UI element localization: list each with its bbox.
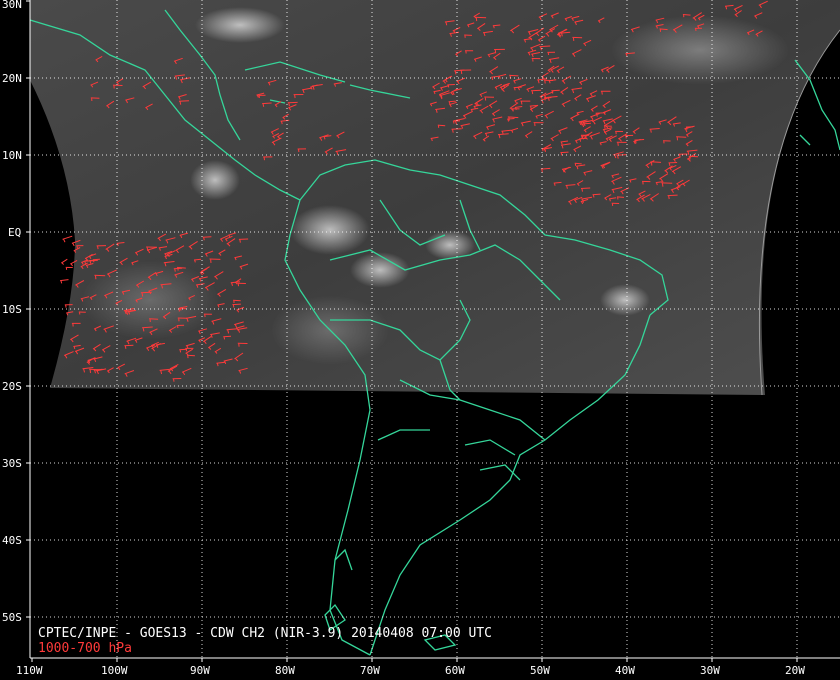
longitude-labels: 110W 100W 90W 80W 70W 60W 50W 40W 30W 20… [16, 664, 805, 677]
lon-label-90w: 90W [190, 664, 210, 677]
lat-label-10n: 10N [2, 149, 22, 162]
lon-label-30w: 30W [700, 664, 720, 677]
lon-label-40w: 40W [615, 664, 635, 677]
lat-label-30n: 30N [2, 0, 22, 11]
lat-label-30s: 30S [2, 457, 22, 470]
lon-label-100w: 100W [101, 664, 128, 677]
wind-barb [62, 235, 73, 243]
satellite-map: 30N 20N 10N EQ 10S 20S 30S 40S 50S 110W … [2, 0, 840, 677]
lat-label-40s: 40S [2, 534, 22, 547]
lon-label-70w: 70W [360, 664, 380, 677]
lon-label-20w: 20W [785, 664, 805, 677]
lon-label-80w: 80W [275, 664, 295, 677]
lon-label-60w: 60W [445, 664, 465, 677]
lat-label-20n: 20N [2, 72, 22, 85]
lat-label-10s: 10S [2, 303, 22, 316]
lat-label-50s: 50S [2, 611, 22, 624]
pressure-level-label: 1000-700 hPa [38, 641, 132, 656]
wind-barb [61, 258, 68, 265]
wind-barb [60, 279, 69, 284]
latitude-labels: 30N 20N 10N EQ 10S 20S 30S 40S 50S [2, 0, 22, 624]
lat-label-20s: 20S [2, 380, 22, 393]
lon-label-110w: 110W [16, 664, 43, 677]
product-caption: CPTEC/INPE - GOES13 - CDW CH2 (NIR-3.9) … [38, 626, 492, 641]
lat-label-eq: EQ [8, 226, 21, 239]
lon-label-50w: 50W [530, 664, 550, 677]
wind-barb [65, 266, 73, 270]
